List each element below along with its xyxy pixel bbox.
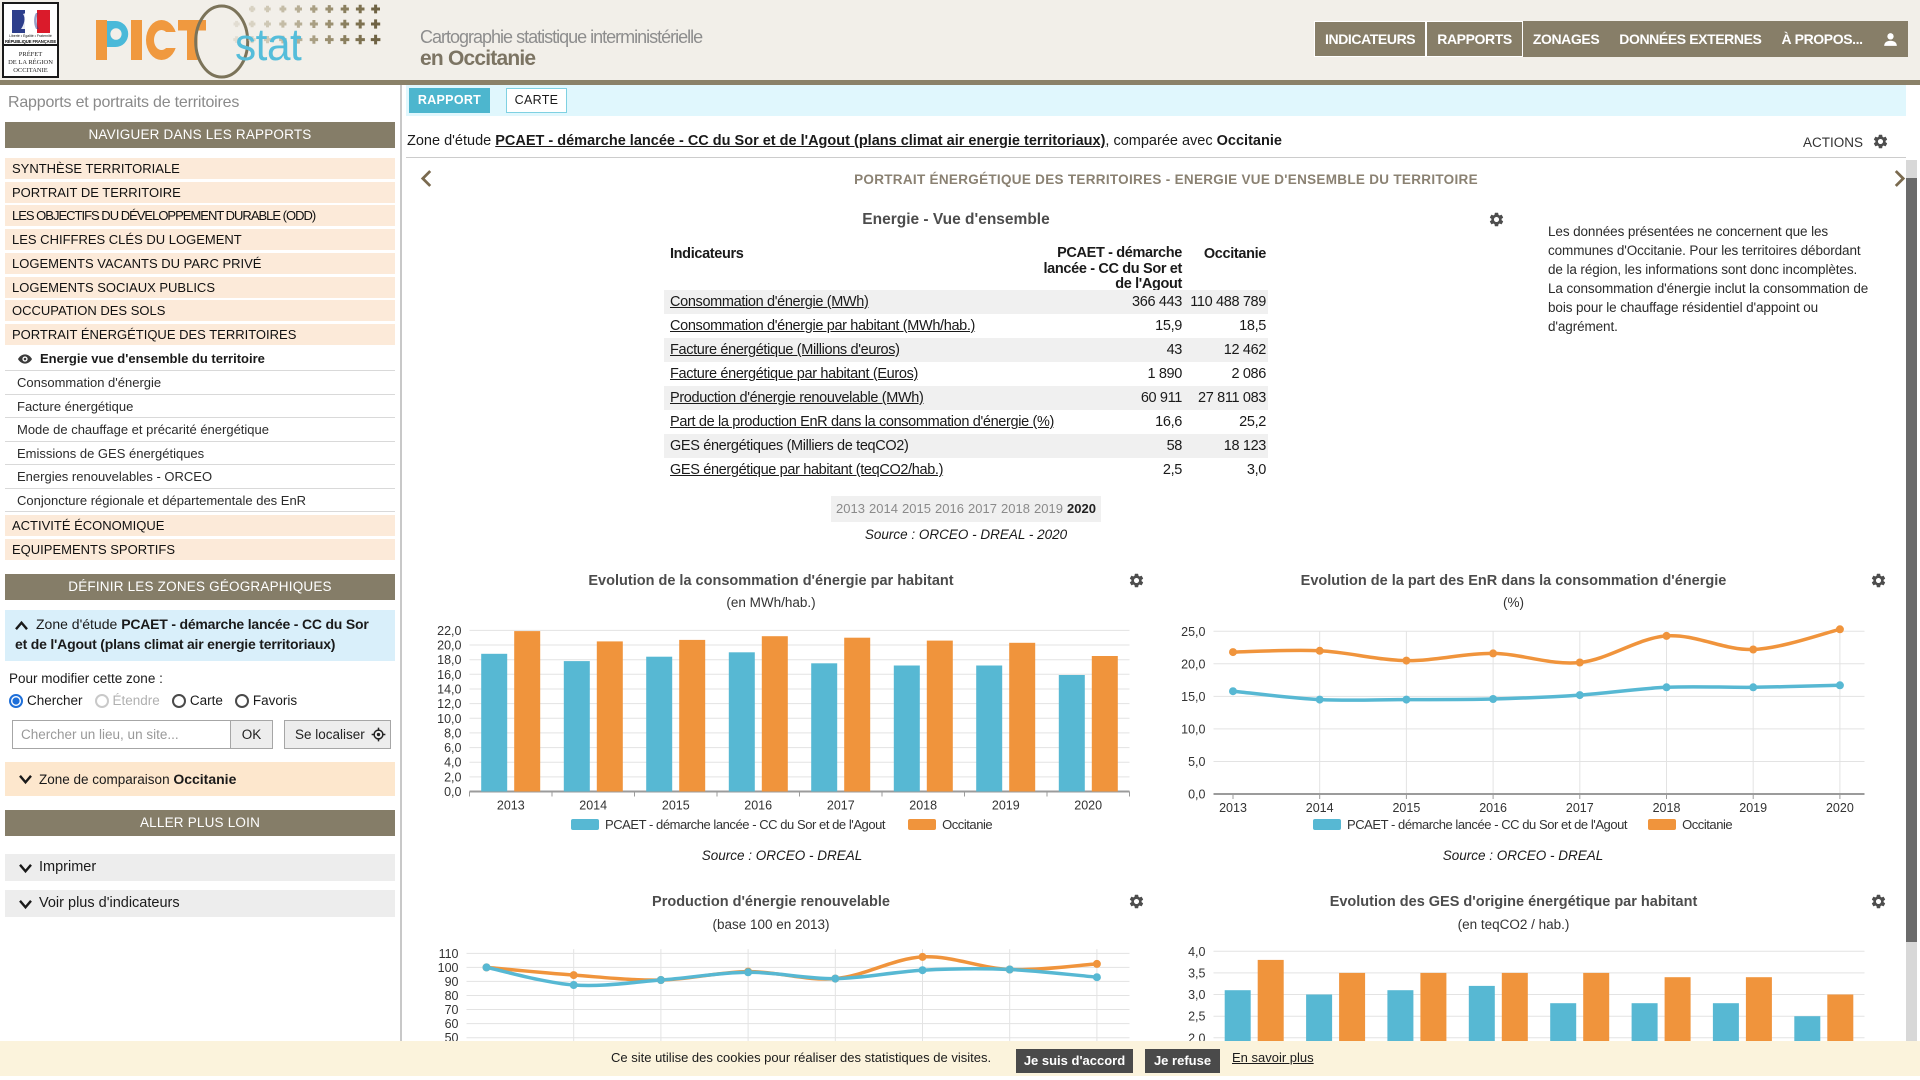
svg-text:100: 100 (438, 961, 459, 975)
svg-text:80: 80 (445, 989, 459, 1003)
svg-text:3,0: 3,0 (1188, 988, 1205, 1002)
svg-text:3,5: 3,5 (1188, 966, 1205, 980)
svg-text:50: 50 (445, 1031, 459, 1041)
svg-text:4,0: 4,0 (1188, 945, 1205, 959)
svg-text:2,0: 2,0 (1188, 1031, 1205, 1041)
svg-text:90: 90 (445, 975, 459, 989)
svg-text:60: 60 (445, 1017, 459, 1031)
svg-text:110: 110 (439, 947, 459, 961)
svg-text:70: 70 (445, 1003, 459, 1017)
svg-text:2,5: 2,5 (1188, 1010, 1205, 1024)
